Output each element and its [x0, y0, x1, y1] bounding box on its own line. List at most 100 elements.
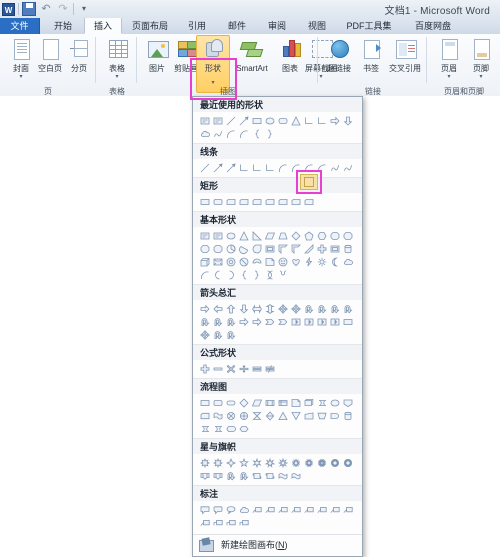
- shape-item-rectangle[interactable]: [198, 195, 211, 208]
- shape-item-round-diagonal-corner[interactable]: [302, 195, 315, 208]
- shape-item-vertical-scroll[interactable]: [250, 469, 263, 482]
- shape-item-data[interactable]: [250, 396, 263, 409]
- shape-item-line-callout-2[interactable]: [263, 503, 276, 516]
- shape-item-diamond[interactable]: [289, 229, 302, 242]
- shape-item-manual-input[interactable]: [302, 409, 315, 422]
- shape-item-textbox[interactable]: [198, 229, 211, 242]
- shape-item-summing-junction[interactable]: [224, 409, 237, 422]
- shape-item-explosion1[interactable]: [198, 456, 211, 469]
- tab-pdf-tools[interactable]: PDF工具集: [338, 18, 400, 34]
- shape-item-collate[interactable]: [250, 409, 263, 422]
- shape-item-chord[interactable]: [237, 242, 250, 255]
- shape-item-curved-right[interactable]: [341, 302, 354, 315]
- shape-item-quad-arrow[interactable]: [276, 302, 289, 315]
- shape-item-double-wave[interactable]: [289, 469, 302, 482]
- quick-access-toolbar[interactable]: W ↶ ↷ ▾: [2, 1, 91, 17]
- shape-item-circular-arrow[interactable]: [211, 328, 224, 341]
- shape-item-block-arc[interactable]: [250, 255, 263, 268]
- shapes-button[interactable]: 形状 ▾: [196, 35, 230, 93]
- shape-item-u-turn-arrow[interactable]: [315, 302, 328, 315]
- shape-item-round-single-corner[interactable]: [276, 195, 289, 208]
- shape-item-textbox2[interactable]: [211, 229, 224, 242]
- shape-item-cube[interactable]: [198, 255, 211, 268]
- shape-item-chevron[interactable]: [276, 315, 289, 328]
- shape-item-double-brace[interactable]: [276, 268, 289, 281]
- shape-item-cloud-callout[interactable]: [237, 503, 250, 516]
- shape-item-delay[interactable]: [328, 409, 341, 422]
- shape-item-right-bracket[interactable]: [224, 268, 237, 281]
- shape-item-arc[interactable]: [198, 268, 211, 281]
- redo-icon[interactable]: ↷: [56, 2, 70, 16]
- chevron-down-icon[interactable]: ▾: [100, 74, 134, 80]
- shape-item-rect-callout[interactable]: [198, 503, 211, 516]
- shape-item-bent-up-arrow[interactable]: [328, 302, 341, 315]
- shape-item-plaque[interactable]: [328, 242, 341, 255]
- shape-item-textbox2[interactable]: [211, 114, 224, 127]
- shape-item-heart[interactable]: [289, 255, 302, 268]
- shape-item-notched-right-arrow[interactable]: [250, 315, 263, 328]
- tab-home[interactable]: 开始: [44, 18, 82, 34]
- shape-item-right-arrow-callout[interactable]: [289, 315, 302, 328]
- header-button[interactable]: 页眉 ▾: [432, 36, 466, 80]
- shape-item-cross[interactable]: [315, 242, 328, 255]
- shape-item-direct-access-storage[interactable]: [198, 422, 211, 435]
- tab-file[interactable]: 文件: [0, 18, 40, 34]
- shape-item-freeform[interactable]: [328, 161, 341, 174]
- save-icon[interactable]: [22, 2, 36, 16]
- shape-item-down-arrow[interactable]: [341, 114, 354, 127]
- shape-item-parallelogram[interactable]: [263, 229, 276, 242]
- shape-item-left-arrow-callout[interactable]: [315, 315, 328, 328]
- shape-item-plus[interactable]: [198, 362, 211, 375]
- shape-item-swoosh-arrow[interactable]: [224, 328, 237, 341]
- shape-item-round-same-side[interactable]: [289, 195, 302, 208]
- chevron-down-icon[interactable]: ▾: [4, 74, 38, 80]
- shape-item-line-callout-1-nb[interactable]: [328, 503, 341, 516]
- shape-item-rectangle[interactable]: [250, 114, 263, 127]
- shape-item-or[interactable]: [237, 409, 250, 422]
- shape-item-star-12[interactable]: [302, 456, 315, 469]
- shape-item-internal-storage[interactable]: [276, 396, 289, 409]
- word-logo-icon[interactable]: W: [2, 2, 15, 16]
- shape-item-preparation[interactable]: [237, 422, 250, 435]
- shape-item-line-callout-1[interactable]: [250, 503, 263, 516]
- shape-item-sun[interactable]: [315, 255, 328, 268]
- shape-item-arc[interactable]: [224, 127, 237, 140]
- shape-item-elbow-double[interactable]: [263, 161, 276, 174]
- shape-item-curve-connector[interactable]: [276, 161, 289, 174]
- shape-item-extract[interactable]: [276, 409, 289, 422]
- shape-item-equal[interactable]: [250, 362, 263, 375]
- shape-item-document[interactable]: [289, 396, 302, 409]
- shape-item-triangle[interactable]: [289, 114, 302, 127]
- shape-item-predefined-process[interactable]: [263, 396, 276, 409]
- new-drawing-canvas-item[interactable]: 新建绘图画布(N): [193, 534, 362, 554]
- shape-item-star-24[interactable]: [328, 456, 341, 469]
- shape-item-line-double-arrow[interactable]: [224, 161, 237, 174]
- shape-item-freeform-scribble[interactable]: [211, 127, 224, 140]
- shape-item-snip-round-same-side[interactable]: [263, 195, 276, 208]
- shape-item-line-callout-3-ab[interactable]: [315, 503, 328, 516]
- shape-item-left-right-arrow[interactable]: [250, 302, 263, 315]
- shape-item-curved-up-ribbon[interactable]: [224, 469, 237, 482]
- shape-item-folded-corner[interactable]: [263, 255, 276, 268]
- shape-item-left-brace[interactable]: [250, 127, 263, 140]
- shape-item-rounded-callout[interactable]: [211, 503, 224, 516]
- shape-item-scribble[interactable]: [341, 161, 354, 174]
- shape-item-star-16[interactable]: [315, 456, 328, 469]
- shape-item-elbow-connector2[interactable]: [315, 114, 328, 127]
- shape-item-cloud[interactable]: [341, 255, 354, 268]
- shape-item-multidocument[interactable]: [302, 396, 315, 409]
- shape-item-rounded-rect[interactable]: [276, 114, 289, 127]
- shape-item-divide[interactable]: [237, 362, 250, 375]
- shape-item-smiley-face[interactable]: [276, 255, 289, 268]
- shape-item-bent-arrow[interactable]: [302, 302, 315, 315]
- shape-item-curved-down[interactable]: [224, 315, 237, 328]
- shape-item-multiply[interactable]: [224, 362, 237, 375]
- shape-item-up-arrow-callout[interactable]: [328, 315, 341, 328]
- shape-item-oval[interactable]: [224, 229, 237, 242]
- shape-item-line[interactable]: [198, 161, 211, 174]
- chevron-down-icon[interactable]: ▾: [432, 74, 466, 80]
- shape-item-moon[interactable]: [328, 255, 341, 268]
- shape-item-elbow-arrow[interactable]: [250, 161, 263, 174]
- tab-mailings[interactable]: 邮件: [218, 18, 256, 34]
- shape-item-left-right-callout[interactable]: [341, 315, 354, 328]
